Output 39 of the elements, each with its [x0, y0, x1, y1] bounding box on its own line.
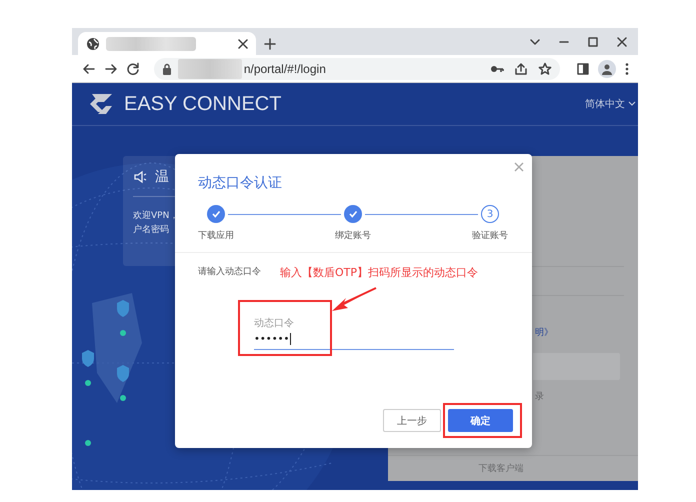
step-number: 3: [481, 205, 499, 223]
previous-step-button[interactable]: 上一步: [383, 409, 441, 432]
field-prompt: 请输入动态口令: [198, 266, 261, 278]
url-text: n/portal/#!/login: [244, 62, 326, 76]
notice-text: 户名密码: [133, 224, 169, 237]
step-label: 验证账号: [472, 230, 508, 242]
lock-icon: [162, 62, 172, 74]
dialog-title: 动态口令认证: [198, 174, 283, 192]
logo-icon: [88, 92, 114, 116]
globe-icon: [86, 36, 100, 50]
notice-text: 欢迎VPN，: [133, 210, 178, 223]
star-icon[interactable]: [538, 62, 552, 76]
annotation-text: 输入【数盾OTP】扫码所显示的动态口令: [280, 265, 478, 280]
arrow-icon: [330, 286, 378, 314]
close-icon[interactable]: [616, 36, 628, 48]
share-icon[interactable]: [514, 62, 528, 76]
chevron-down-icon: [628, 100, 636, 108]
otp-input-field[interactable]: 动态口令 ••••••: [254, 316, 454, 350]
hint-text: 录: [535, 390, 544, 403]
reload-icon[interactable]: [126, 62, 140, 76]
notice-title: 温: [155, 168, 169, 186]
blurred-area: [178, 58, 242, 78]
step-label: 绑定账号: [335, 230, 371, 242]
maximize-icon[interactable]: [587, 36, 599, 48]
forward-icon: [104, 62, 118, 76]
plus-icon[interactable]: [264, 38, 276, 50]
menu-icon[interactable]: [624, 62, 630, 76]
language-selector[interactable]: 简体中文: [585, 97, 636, 111]
back-icon[interactable]: [82, 62, 96, 76]
step-label: 下载应用: [198, 230, 234, 242]
logo-text: EASY CONNECT: [124, 92, 282, 116]
browser-tab[interactable]: [78, 32, 256, 55]
side-panel-icon[interactable]: [576, 62, 590, 76]
speaker-icon: [133, 170, 147, 184]
confirm-button[interactable]: 确定: [448, 409, 513, 432]
close-icon[interactable]: [238, 38, 248, 48]
help-link[interactable]: 明》: [535, 326, 553, 339]
avatar-icon[interactable]: [598, 60, 616, 78]
address-bar[interactable]: n/portal/#!/login: [154, 58, 560, 80]
